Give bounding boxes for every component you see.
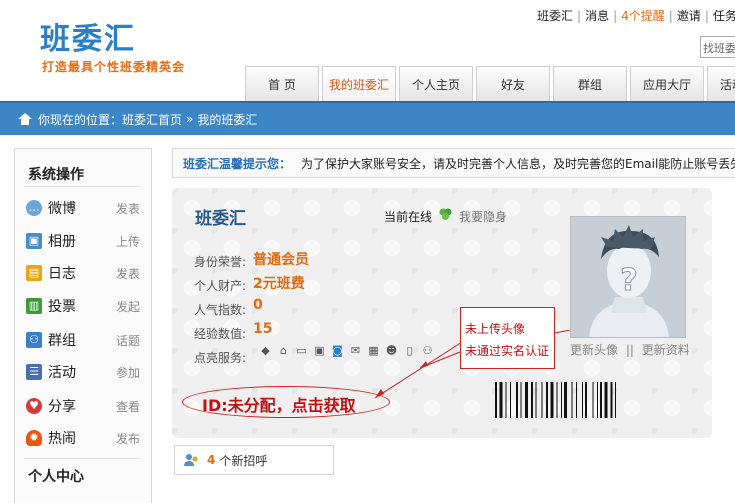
sidebar-item-hot[interactable]: ✹ 热闹 发布 xyxy=(26,428,141,448)
field-label-popularity: 人气指数: xyxy=(194,303,247,317)
top-link-tasks[interactable]: 任务 xyxy=(711,9,735,23)
sidebar-item-group[interactable]: ⚇ 群组 话题 xyxy=(26,330,141,350)
sidebar-item-action[interactable]: 查看 xyxy=(116,398,140,415)
barcode-icon xyxy=(495,382,616,418)
notice-body: 为了保护大家账号安全，请及时完善个人信息，及时完善您的Email能防止账号丢失 xyxy=(301,156,735,171)
annotation-no-verification: 未通过实名认证 xyxy=(465,344,550,358)
breadcrumb-current[interactable]: 我的班委汇 xyxy=(197,111,257,128)
annotation-no-avatar: 未上传头像 xyxy=(465,322,526,336)
tab-groups[interactable]: 群组 xyxy=(553,66,627,101)
field-value-experience: 15 xyxy=(253,321,273,337)
share-icon: ♥ xyxy=(26,398,42,414)
change-avatar-link[interactable]: 更新头像 xyxy=(570,343,618,357)
card-icon[interactable]: ▭ xyxy=(294,344,309,358)
breadcrumb: 你现在的位置： 班委汇首页 » 我的班委汇 xyxy=(0,101,735,135)
greeting-label: 个新招呼 xyxy=(219,453,268,468)
home-icon[interactable]: ⌂ xyxy=(276,344,291,358)
new-greetings-box[interactable]: 4 个新招呼 xyxy=(174,445,334,475)
sidebar-item-share[interactable]: ♥ 分享 查看 xyxy=(26,396,141,416)
go-invisible-link[interactable]: 我要隐身 xyxy=(459,208,507,225)
tab-events[interactable]: 活动中心 xyxy=(707,66,735,101)
top-links: 班委汇 | 消息 | 4个提醒 | 邀请 | 任务 xyxy=(535,7,735,24)
sidebar-item-weibo[interactable]: … 微博 发表 xyxy=(26,198,141,218)
field-value-honor: 普通会员 xyxy=(253,252,309,268)
svg-text:?: ? xyxy=(620,263,637,298)
event-icon: ☰ xyxy=(26,364,42,380)
notice-bar: 班委汇温馨提示您： 为了保护大家账号安全，请及时完善个人信息，及时完善您的Ema… xyxy=(172,148,735,178)
tab-my-banweihui[interactable]: 我的班委汇 xyxy=(322,66,396,101)
diamond-icon[interactable]: ◆ xyxy=(258,344,273,358)
sidebar-item-label[interactable]: 投票 xyxy=(48,296,108,316)
breadcrumb-home[interactable]: 班委汇首页 xyxy=(122,111,182,128)
get-id-link[interactable]: ID:未分配，点击获取 xyxy=(202,392,356,416)
sidebar-item-label[interactable]: 微博 xyxy=(48,198,108,218)
field-label-assets: 个人财产: xyxy=(194,279,247,293)
avatar-links: 更新头像 || 更新资料 xyxy=(570,341,690,358)
default-avatar-icon: ? xyxy=(571,217,685,337)
mail-icon[interactable]: ✉ xyxy=(348,344,363,358)
avatar[interactable]: ? xyxy=(570,216,686,338)
sidebar-item-vote[interactable]: ▥ 投票 发起 xyxy=(26,296,141,316)
sidebar-item-event[interactable]: ☰ 活动 参加 xyxy=(26,362,141,382)
sidebar-item-label[interactable]: 分享 xyxy=(48,396,108,416)
diary-icon: ▤ xyxy=(26,265,42,281)
sidebar-item-action[interactable]: 参加 xyxy=(116,364,140,381)
logo-slogan: 打造最具个性班委精英会 xyxy=(42,60,186,74)
sidebar-item-action[interactable]: 话题 xyxy=(116,332,140,349)
id-card-icon[interactable]: ▣ xyxy=(312,344,327,358)
tab-friends[interactable]: 好友 xyxy=(476,66,550,101)
sidebar-section-personal: 个人中心 xyxy=(28,469,84,485)
sidebar-item-album[interactable]: ▣ 相册 上传 xyxy=(26,231,141,251)
tab-home[interactable]: 首 页 xyxy=(245,66,319,101)
sidebar-item-action[interactable]: 发表 xyxy=(116,200,140,217)
divider xyxy=(24,186,139,187)
field-label-honor: 身份荣誉: xyxy=(194,255,247,269)
greeting-people-icon xyxy=(184,454,198,466)
logo-title[interactable]: 班委汇 xyxy=(40,14,136,58)
main-nav: 首 页 我的班委汇 个人主页 好友 群组 应用大厅 活动中心 xyxy=(245,66,735,101)
breadcrumb-sep: » xyxy=(186,112,194,126)
sidebar-section-system: 系统操作 xyxy=(28,167,84,183)
sidebar-item-label[interactable]: 活动 xyxy=(48,362,108,382)
clover-icon xyxy=(439,208,452,220)
sidebar-item-action[interactable]: 发表 xyxy=(116,265,140,282)
divider xyxy=(24,458,139,459)
field-value-assets: 2元班费 xyxy=(253,276,305,292)
field-value-popularity: 0 xyxy=(253,297,263,313)
top-link-invite[interactable]: 邀请 xyxy=(675,9,703,23)
home-icon xyxy=(18,113,32,125)
profile-username[interactable]: 班委汇 xyxy=(195,204,246,229)
top-link-messages[interactable]: 消息 xyxy=(583,9,611,23)
field-label-services: 点亮服务: xyxy=(194,351,247,365)
greeting-count: 4 xyxy=(207,453,216,467)
breadcrumb-prefix: 你现在的位置： xyxy=(38,112,123,127)
online-status: 当前在线 xyxy=(384,210,433,224)
camera-icon[interactable]: ◙ xyxy=(330,344,345,358)
avatar-link-sep: || xyxy=(625,343,634,357)
update-profile-link[interactable]: 更新资料 xyxy=(642,343,690,357)
search-input[interactable]: 找班委 xyxy=(700,36,735,58)
sidebar-item-label[interactable]: 相册 xyxy=(48,231,108,251)
sidebar-item-action[interactable]: 发布 xyxy=(116,430,140,447)
sidebar-item-label[interactable]: 日志 xyxy=(48,263,108,283)
tab-app-hall[interactable]: 应用大厅 xyxy=(630,66,704,101)
annotation-box: 未上传头像 未通过实名认证 xyxy=(460,307,555,369)
sidebar-item-action[interactable]: 上传 xyxy=(116,233,140,250)
top-link-alerts[interactable]: 4个提醒 xyxy=(619,9,667,23)
field-label-experience: 经验数值: xyxy=(194,327,247,341)
sidebar-item-label[interactable]: 群组 xyxy=(48,330,108,350)
group-icon: ⚇ xyxy=(26,332,42,348)
weibo-icon: … xyxy=(26,200,42,216)
top-link-home[interactable]: 班委汇 xyxy=(535,9,575,23)
sidebar-item-label[interactable]: 热闹 xyxy=(48,428,108,448)
tab-personal-page[interactable]: 个人主页 xyxy=(399,66,473,101)
sidebar-item-action[interactable]: 发起 xyxy=(116,298,140,315)
sidebar-item-diary[interactable]: ▤ 日志 发表 xyxy=(26,263,141,283)
fire-icon: ✹ xyxy=(26,430,42,446)
vote-icon: ▥ xyxy=(26,298,42,314)
album-icon: ▣ xyxy=(26,233,42,249)
notice-title: 班委汇温馨提示您： xyxy=(183,156,292,171)
